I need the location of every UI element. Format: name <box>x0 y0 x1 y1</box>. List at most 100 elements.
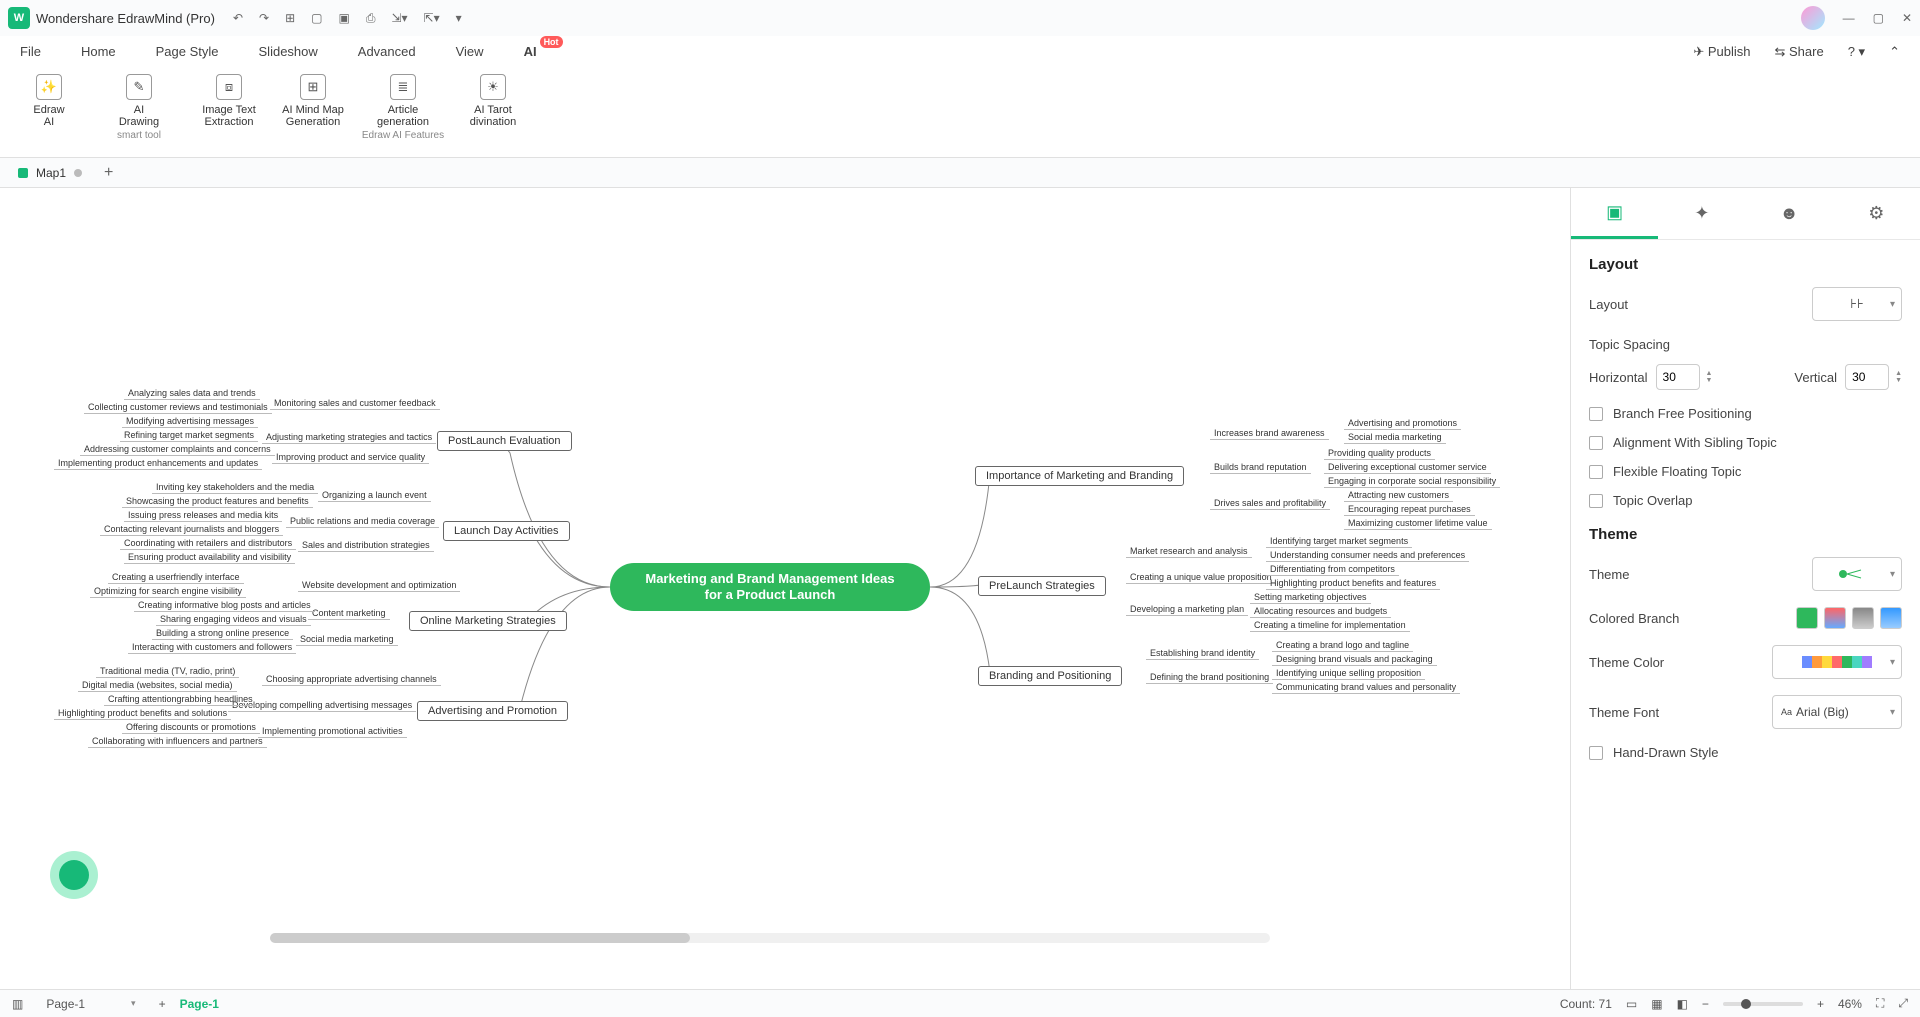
view-mode-icon[interactable]: ◧ <box>1677 997 1688 1011</box>
leaf[interactable]: Delivering exceptional customer service <box>1324 462 1491 474</box>
horizontal-input[interactable]: ▲▼ <box>1656 364 1713 390</box>
outline-toggle-icon[interactable]: ▥ <box>12 997 23 1011</box>
leaf[interactable]: Sharing engaging videos and visuals <box>156 614 311 626</box>
subtopic[interactable]: Website development and optimization <box>298 580 460 592</box>
leaf[interactable]: Designing brand visuals and packaging <box>1272 654 1437 666</box>
leaf[interactable]: Maximizing customer lifetime value <box>1344 518 1492 530</box>
swatch[interactable] <box>1824 607 1846 629</box>
zoom-knob[interactable] <box>1741 999 1751 1009</box>
branch-branding[interactable]: Branding and Positioning <box>978 666 1122 686</box>
leaf[interactable]: Optimizing for search engine visibility <box>90 586 246 598</box>
leaf[interactable]: Modifying advertising messages <box>122 416 258 428</box>
publish-button[interactable]: ✈ Publish <box>1693 44 1750 60</box>
new-icon[interactable]: ⊞ <box>285 11 295 25</box>
branch-prelaunch[interactable]: PreLaunch Strategies <box>978 576 1106 596</box>
menu-page-style[interactable]: Page Style <box>156 44 219 59</box>
leaf[interactable]: Crafting attentiongrabbing headlines <box>104 694 257 706</box>
view-mode-icon[interactable]: ▭ <box>1626 997 1637 1011</box>
swatch[interactable] <box>1796 607 1818 629</box>
leaf[interactable]: Identifying target market segments <box>1266 536 1412 548</box>
leaf[interactable]: Setting marketing objectives <box>1250 592 1371 604</box>
minimize-icon[interactable]: — <box>1843 11 1855 25</box>
swatch[interactable] <box>1852 607 1874 629</box>
subtopic[interactable]: Organizing a launch event <box>318 490 431 502</box>
vertical-input[interactable]: ▲▼ <box>1845 364 1902 390</box>
menu-file[interactable]: File <box>20 44 41 59</box>
leaf[interactable]: Attracting new customers <box>1344 490 1453 502</box>
theme-select[interactable] <box>1812 557 1902 591</box>
leaf[interactable]: Differentiating from competitors <box>1266 564 1399 576</box>
leaf[interactable]: Identifying unique selling proposition <box>1272 668 1425 680</box>
leaf[interactable]: Providing quality products <box>1324 448 1435 460</box>
icon-tab[interactable]: ☻ <box>1746 188 1833 239</box>
leaf[interactable]: Coordinating with retailers and distribu… <box>120 538 296 550</box>
horizontal-scrollbar[interactable] <box>270 933 1270 943</box>
branch-launch-day[interactable]: Launch Day Activities <box>443 521 570 541</box>
leaf[interactable]: Contacting relevant journalists and blog… <box>100 524 283 536</box>
theme-font-select[interactable]: AaArial (Big) <box>1772 695 1902 729</box>
zoom-out-button[interactable]: − <box>1702 997 1709 1011</box>
ai-assistant-button[interactable] <box>50 851 98 899</box>
leaf[interactable]: Offering discounts or promotions <box>122 722 260 734</box>
leaf[interactable]: Creating informative blog posts and arti… <box>134 600 315 612</box>
leaf[interactable]: Building a strong online presence <box>152 628 293 640</box>
subtopic[interactable]: Content marketing <box>308 608 390 620</box>
subtopic[interactable]: Public relations and media coverage <box>286 516 439 528</box>
subtopic[interactable]: Monitoring sales and customer feedback <box>270 398 440 410</box>
document-tab[interactable]: Map1 <box>8 166 92 180</box>
menu-home[interactable]: Home <box>81 44 116 59</box>
image-text-extraction-button[interactable]: ⧈Image TextExtraction <box>190 74 268 128</box>
ai-mind-map-button[interactable]: ⊞AI Mind MapGeneration <box>274 74 352 128</box>
leaf[interactable]: Issuing press releases and media kits <box>124 510 282 522</box>
leaf[interactable]: Collaborating with influencers and partn… <box>88 736 267 748</box>
menu-view[interactable]: View <box>456 44 484 59</box>
export-icon[interactable]: ⇲▾ <box>391 11 407 25</box>
leaf[interactable]: Collecting customer reviews and testimon… <box>84 402 272 414</box>
subtopic[interactable]: Developing a marketing plan <box>1126 604 1248 616</box>
topic-overlap-checkbox[interactable]: Topic Overlap <box>1589 493 1902 508</box>
leaf[interactable]: Traditional media (TV, radio, print) <box>96 666 239 678</box>
subtopic[interactable]: Defining the brand positioning <box>1146 672 1273 684</box>
save-icon[interactable]: ▣ <box>338 11 349 25</box>
article-generation-button[interactable]: ≣Articlegeneration <box>364 74 442 128</box>
scrollbar-thumb[interactable] <box>270 933 690 943</box>
ai-tarot-button[interactable]: ☀AI Tarotdivination <box>454 74 532 128</box>
canvas[interactable]: Marketing and Brand Management Ideasfor … <box>0 188 1570 989</box>
subtopic[interactable]: Establishing brand identity <box>1146 648 1259 660</box>
hand-drawn-checkbox[interactable]: Hand-Drawn Style <box>1589 745 1902 760</box>
leaf[interactable]: Communicating brand values and personali… <box>1272 682 1460 694</box>
style-tab[interactable]: ✦ <box>1658 188 1745 239</box>
active-page-label[interactable]: Page-1 <box>180 997 219 1011</box>
branch-online-marketing[interactable]: Online Marketing Strategies <box>409 611 567 631</box>
leaf[interactable]: Highlighting product benefits and soluti… <box>54 708 231 720</box>
add-page-button[interactable]: + <box>159 997 166 1011</box>
branch-advertising[interactable]: Advertising and Promotion <box>417 701 568 721</box>
stepper-icon[interactable]: ▲▼ <box>1895 370 1902 384</box>
leaf[interactable]: Advertising and promotions <box>1344 418 1461 430</box>
share-button[interactable]: ⇆ Share <box>1775 44 1824 60</box>
close-icon[interactable]: ✕ <box>1902 11 1912 25</box>
subtopic[interactable]: Improving product and service quality <box>272 452 429 464</box>
maximize-icon[interactable]: ▢ <box>1873 11 1884 25</box>
subtopic[interactable]: Increases brand awareness <box>1210 428 1329 440</box>
leaf[interactable]: Showcasing the product features and bene… <box>122 496 313 508</box>
leaf[interactable]: Engaging in corporate social responsibil… <box>1324 476 1500 488</box>
undo-icon[interactable]: ↶ <box>233 11 243 25</box>
add-tab-button[interactable]: + <box>104 164 113 182</box>
fullscreen-icon[interactable]: ⤢ <box>1898 996 1908 1011</box>
leaf[interactable]: Social media marketing <box>1344 432 1446 444</box>
theme-color-select[interactable] <box>1772 645 1902 679</box>
alignment-checkbox[interactable]: Alignment With Sibling Topic <box>1589 435 1902 450</box>
open-icon[interactable]: ▢ <box>311 11 322 25</box>
settings-tab[interactable]: ⚙ <box>1833 188 1920 239</box>
user-avatar[interactable] <box>1801 6 1825 30</box>
central-topic[interactable]: Marketing and Brand Management Ideasfor … <box>610 563 930 611</box>
subtopic[interactable]: Drives sales and profitability <box>1210 498 1330 510</box>
ai-drawing-button[interactable]: ✎AIDrawing <box>100 74 178 128</box>
subtopic[interactable]: Choosing appropriate advertising channel… <box>262 674 441 686</box>
view-mode-icon[interactable]: ▦ <box>1651 997 1662 1011</box>
leaf[interactable]: Inviting key stakeholders and the media <box>152 482 318 494</box>
leaf[interactable]: Creating a timeline for implementation <box>1250 620 1410 632</box>
layout-tab[interactable]: ▣ <box>1571 188 1658 239</box>
leaf[interactable]: Digital media (websites, social media) <box>78 680 237 692</box>
